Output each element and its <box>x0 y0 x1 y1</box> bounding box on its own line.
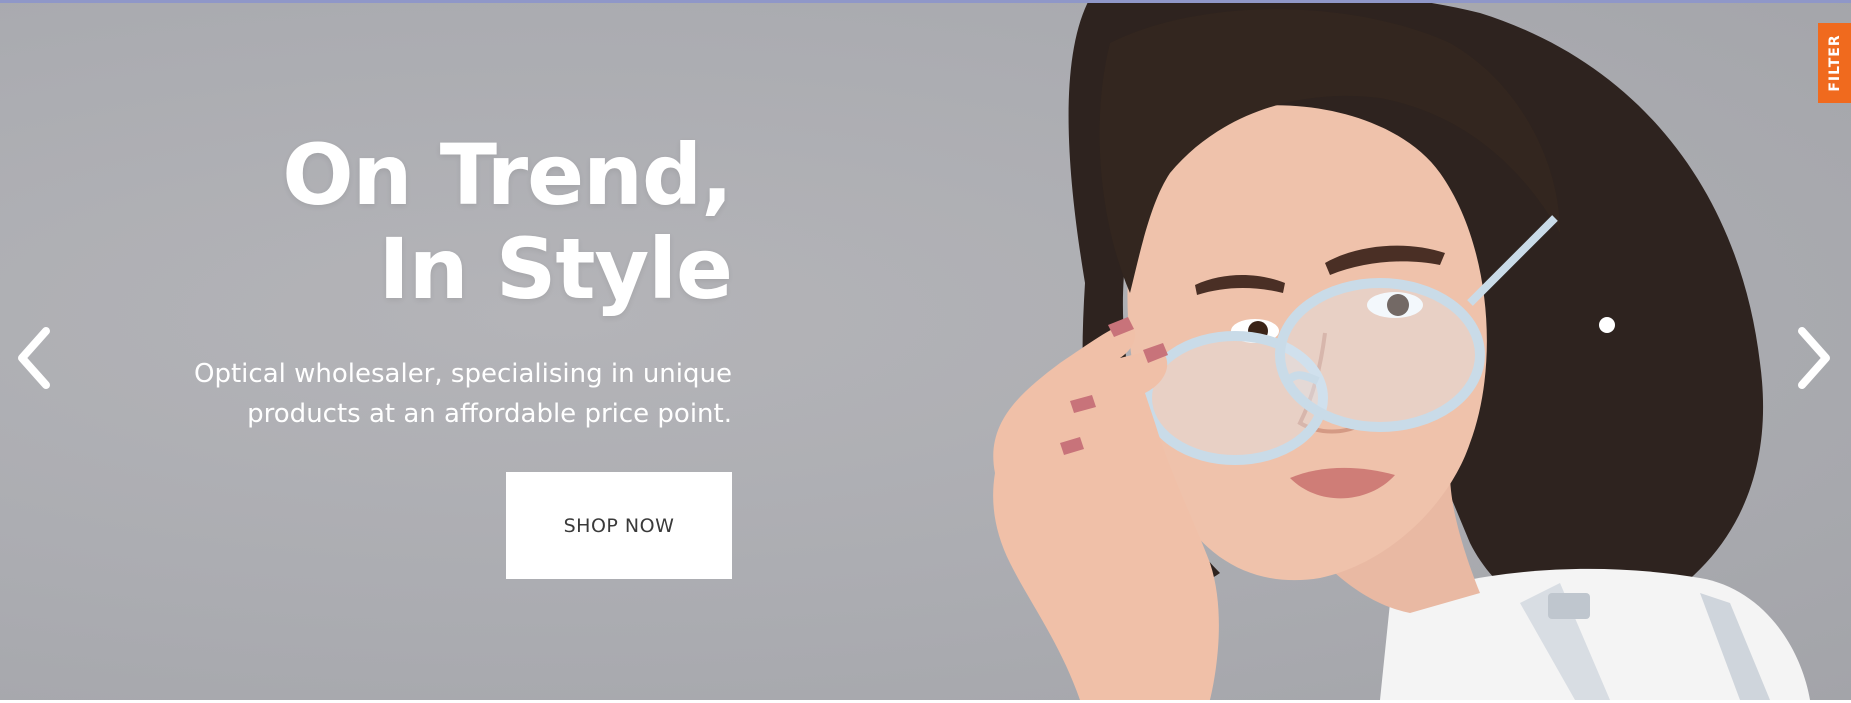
page: On Trend, In Style Optical wholesaler, s… <box>0 0 1851 703</box>
subtitle-line-2: products at an affordable price point. <box>247 399 732 429</box>
hero-subtitle: Optical wholesaler, specialising in uniq… <box>172 354 732 434</box>
model-photo <box>993 3 1810 700</box>
chevron-right-icon <box>1798 327 1830 389</box>
filter-label: FILTER <box>1826 34 1843 92</box>
hero-headline: On Trend, In Style <box>172 126 733 318</box>
headline-line-2: In Style <box>378 220 733 318</box>
headline-line-1: On Trend, <box>282 126 733 224</box>
chevron-left-icon <box>18 327 50 389</box>
hero-banner: On Trend, In Style Optical wholesaler, s… <box>0 3 1851 700</box>
carousel-prev-button[interactable] <box>10 325 58 391</box>
shop-now-button[interactable]: SHOP NOW <box>506 472 732 579</box>
carousel-next-button[interactable] <box>1790 325 1838 391</box>
filter-tab[interactable]: FILTER <box>1818 23 1851 103</box>
subtitle-line-1: Optical wholesaler, specialising in uniq… <box>194 359 732 389</box>
